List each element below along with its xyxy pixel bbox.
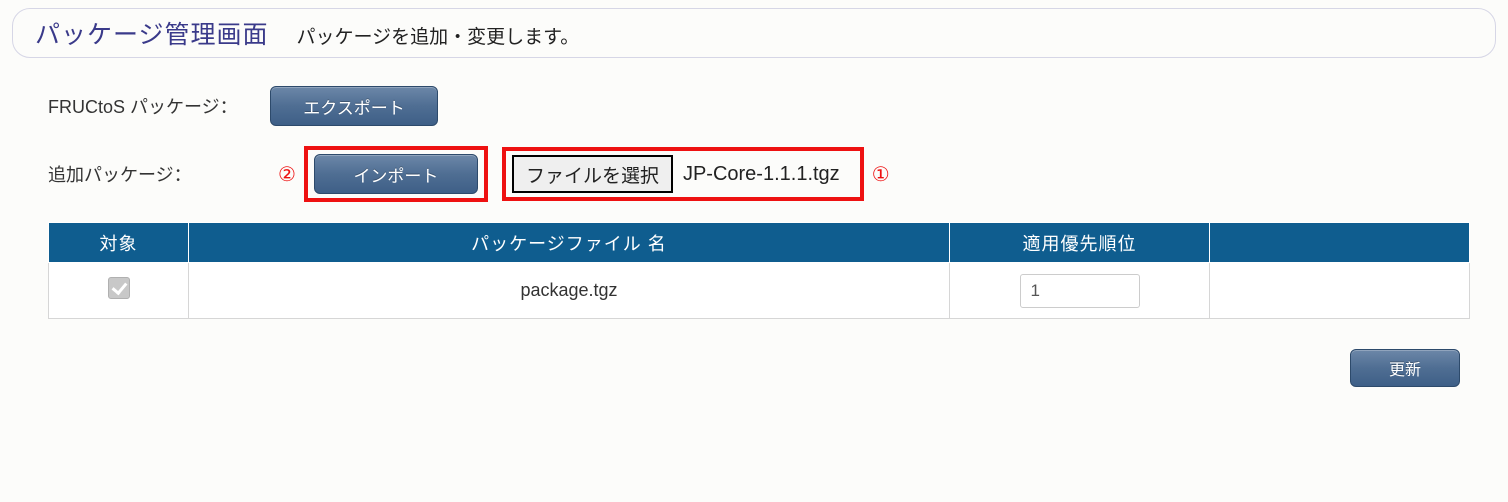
- package-table: 対象 パッケージファイル 名 適用優先順位 package.tgz: [48, 222, 1470, 319]
- additional-package-row: 追加パッケージ： ② インポート ファイルを選択 JP-Core-1.1.1.t…: [48, 146, 1470, 202]
- table-row: package.tgz: [49, 263, 1470, 319]
- choose-file-button[interactable]: ファイルを選択: [512, 155, 673, 193]
- page-title: パッケージ管理画面: [35, 15, 269, 51]
- file-select-highlight-box: ファイルを選択 JP-Core-1.1.1.tgz: [502, 147, 864, 201]
- additional-package-label: 追加パッケージ：: [48, 161, 270, 187]
- import-button[interactable]: インポート: [314, 154, 478, 194]
- page-header: パッケージ管理画面 パッケージを追加・変更します。: [12, 8, 1496, 58]
- content-area: FRUCtoS パッケージ： エクスポート 追加パッケージ： ② インポート フ…: [0, 62, 1508, 202]
- package-table-wrap: 対象 パッケージファイル 名 適用優先順位 package.tgz: [48, 222, 1470, 319]
- cell-action: [1210, 263, 1470, 319]
- annotation-step2: ②: [270, 162, 304, 187]
- selected-file-name: JP-Core-1.1.1.tgz: [683, 163, 840, 186]
- import-highlight-box: インポート: [304, 146, 488, 202]
- th-priority: 適用優先順位: [950, 223, 1210, 263]
- th-filename: パッケージファイル 名: [189, 223, 950, 263]
- th-target: 対象: [49, 223, 189, 263]
- priority-input[interactable]: [1020, 274, 1140, 308]
- fructos-label: FRUCtoS パッケージ：: [48, 93, 270, 119]
- export-button[interactable]: エクスポート: [270, 86, 438, 126]
- footer: 更新: [0, 319, 1508, 387]
- update-button[interactable]: 更新: [1350, 349, 1460, 387]
- th-action: [1210, 223, 1470, 263]
- page-subtitle: パッケージを追加・変更します。: [297, 22, 580, 49]
- fructos-row: FRUCtoS パッケージ： エクスポート: [48, 86, 1470, 126]
- annotation-step1: ①: [864, 162, 898, 187]
- cell-filename: package.tgz: [189, 263, 950, 319]
- target-checkbox[interactable]: [108, 277, 130, 299]
